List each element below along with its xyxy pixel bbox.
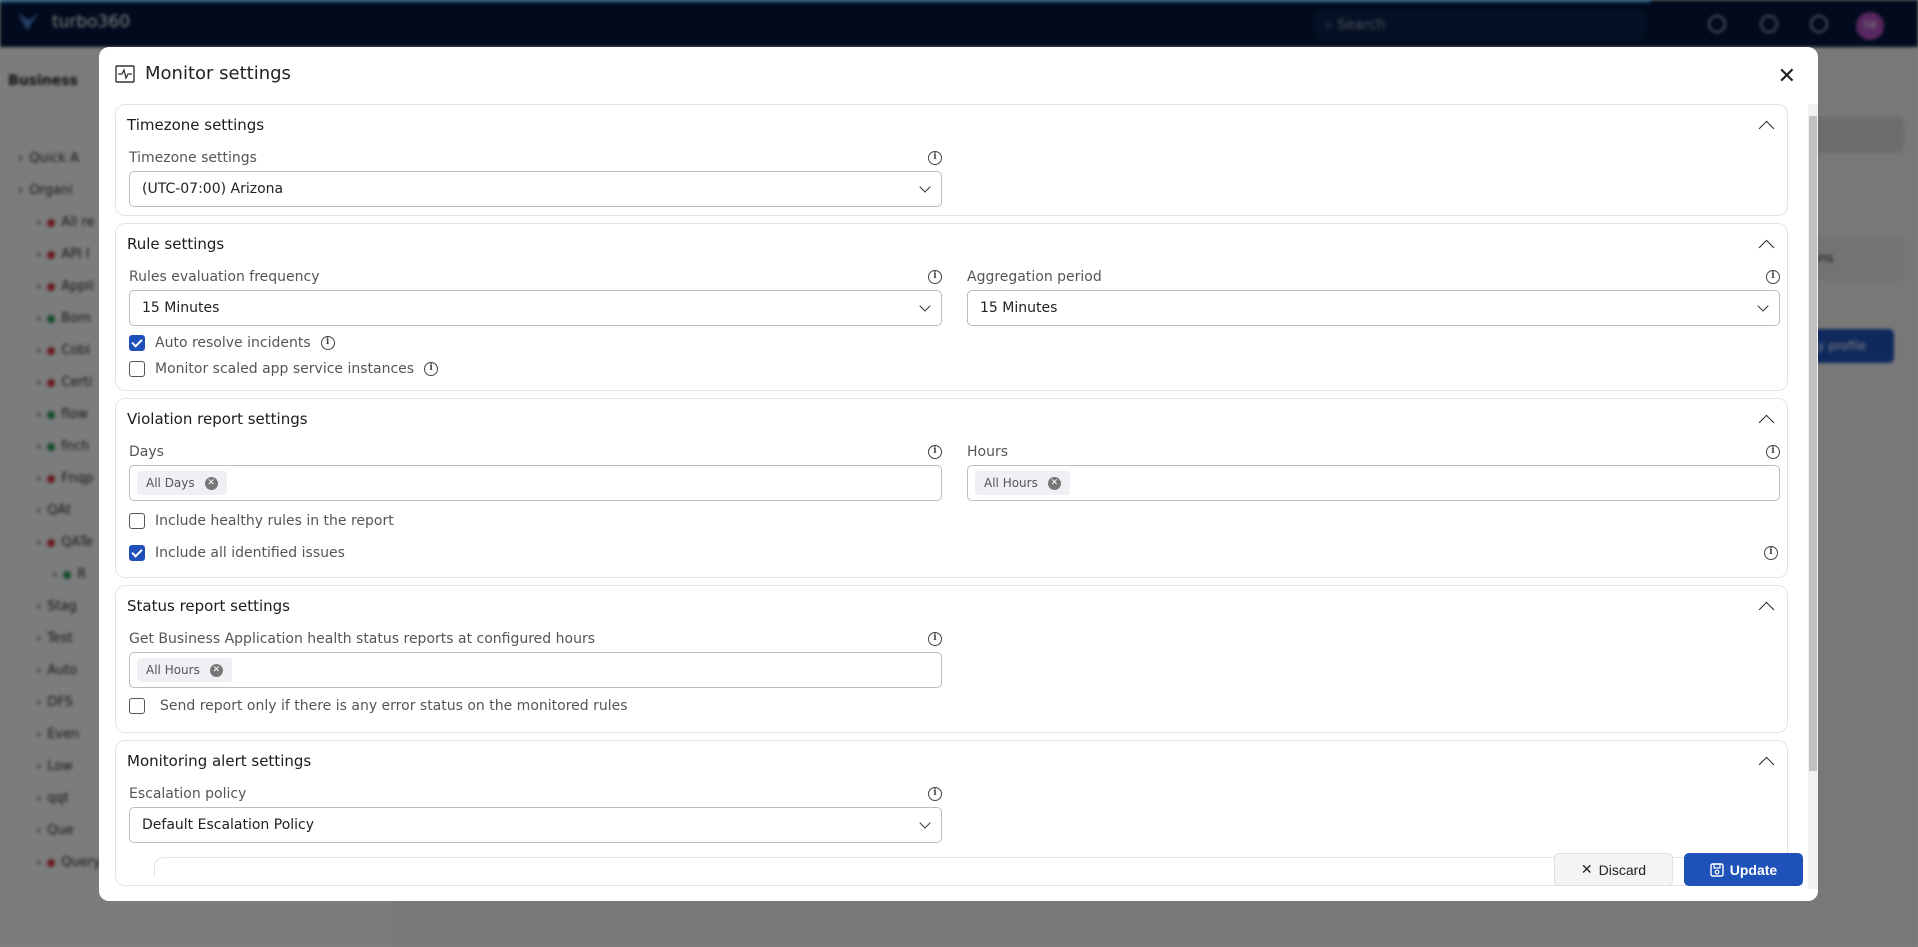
section-title: Monitoring alert settings xyxy=(127,752,312,770)
tag-chip: All Hours ✕ xyxy=(137,658,232,682)
tag-label: All Hours xyxy=(146,663,200,677)
field-label: Timezone settings xyxy=(129,150,257,166)
scrollbar-thumb[interactable] xyxy=(1809,116,1817,771)
timezone-select[interactable]: (UTC-07:00) Arizona xyxy=(129,171,942,207)
evaluation-frequency-select[interactable]: 15 Minutes xyxy=(129,290,942,326)
info-icon[interactable]: i xyxy=(928,270,942,284)
tag-label: All Days xyxy=(146,476,195,490)
chevron-up-icon[interactable] xyxy=(1758,601,1775,617)
violation-section-header[interactable]: Violation report settings xyxy=(127,399,1778,439)
chevron-up-icon[interactable] xyxy=(1758,239,1775,255)
info-icon[interactable]: i xyxy=(1766,445,1780,459)
info-icon[interactable]: i xyxy=(928,445,942,459)
close-button[interactable]: ✕ xyxy=(1778,63,1796,89)
alert-subsection xyxy=(154,857,1778,877)
escalation-policy-select[interactable]: Default Escalation Policy xyxy=(129,807,942,843)
include-healthy-rules-checkbox[interactable] xyxy=(129,513,145,529)
checkbox-label: Send report only if there is any error s… xyxy=(160,698,628,714)
remove-tag-icon[interactable]: ✕ xyxy=(1047,476,1061,490)
timezone-section: Timezone settings Timezone settings i (UT… xyxy=(115,104,1788,216)
status-hours-multiselect[interactable]: All Hours ✕ xyxy=(129,652,942,688)
monitor-scaled-instances-checkbox[interactable] xyxy=(129,361,145,377)
field-label: Rules evaluation frequency xyxy=(129,269,320,285)
chevron-down-icon xyxy=(1757,300,1769,312)
section-title: Violation report settings xyxy=(127,410,308,428)
update-button[interactable]: Update xyxy=(1684,853,1803,886)
chevron-up-icon[interactable] xyxy=(1758,120,1775,136)
checkbox-label: Auto resolve incidents xyxy=(155,335,311,351)
rule-section: Rule settings Rules evaluation frequency… xyxy=(115,223,1788,391)
chevron-down-icon xyxy=(919,300,931,312)
chevron-up-icon[interactable] xyxy=(1758,414,1775,430)
remove-tag-icon[interactable]: ✕ xyxy=(204,476,218,490)
field-label: Days xyxy=(129,444,164,460)
error-only-checkbox[interactable] xyxy=(129,698,145,714)
button-label: Update xyxy=(1729,861,1778,878)
monitor-pulse-icon xyxy=(115,64,135,83)
hours-multiselect[interactable]: All Hours ✕ xyxy=(967,465,1780,501)
tag-chip: All Days ✕ xyxy=(137,471,227,495)
status-report-section: Status report settings Get Business Appl… xyxy=(115,585,1788,733)
close-icon: ✕ xyxy=(1580,861,1593,877)
section-title: Rule settings xyxy=(127,235,225,253)
info-icon[interactable]: i xyxy=(928,151,942,165)
select-value: 15 Minutes xyxy=(980,300,1058,316)
info-icon[interactable]: i xyxy=(928,632,942,646)
select-value: Default Escalation Policy xyxy=(142,817,315,833)
info-icon[interactable]: i xyxy=(1764,546,1778,560)
info-icon[interactable]: i xyxy=(928,787,942,801)
dialog-title: Monitor settings xyxy=(145,63,291,84)
alert-section-header[interactable]: Monitoring alert settings xyxy=(127,741,1778,781)
chevron-down-icon xyxy=(919,181,931,193)
monitor-settings-dialog: Monitor settings ✕ Timezone settings Tim… xyxy=(99,47,1818,901)
chevron-down-icon xyxy=(919,817,931,829)
aggregation-period-select[interactable]: 15 Minutes xyxy=(967,290,1780,326)
info-icon[interactable]: i xyxy=(424,362,439,376)
include-identified-issues-checkbox[interactable] xyxy=(129,545,145,561)
field-label: Hours xyxy=(967,444,1009,460)
settings-scroll-area[interactable]: Timezone settings Timezone settings i (UT… xyxy=(115,104,1788,889)
field-label: Aggregation period xyxy=(967,269,1102,285)
violation-report-section: Violation report settings Days i All Days… xyxy=(115,398,1788,578)
info-icon[interactable]: i xyxy=(320,336,335,350)
button-label: Discard xyxy=(1598,861,1647,878)
days-multiselect[interactable]: All Days ✕ xyxy=(129,465,942,501)
rule-section-header[interactable]: Rule settings xyxy=(127,224,1778,264)
field-label: Escalation policy xyxy=(129,786,247,802)
info-icon[interactable]: i xyxy=(1766,270,1780,284)
tag-label: All Hours xyxy=(984,476,1038,490)
scrollbar[interactable] xyxy=(1808,104,1818,889)
section-title: Status report settings xyxy=(127,597,290,615)
field-label: Get Business Application health status r… xyxy=(129,631,595,647)
checkbox-label: Include healthy rules in the report xyxy=(155,513,394,529)
auto-resolve-checkbox[interactable] xyxy=(129,335,145,351)
monitoring-alert-section: Monitoring alert settings Escalation pol… xyxy=(115,740,1788,886)
status-section-header[interactable]: Status report settings xyxy=(127,586,1778,626)
save-icon xyxy=(1710,862,1724,877)
tag-chip: All Hours ✕ xyxy=(975,471,1070,495)
remove-tag-icon[interactable]: ✕ xyxy=(209,663,223,677)
select-value: (UTC-07:00) Arizona xyxy=(142,181,284,197)
chevron-up-icon[interactable] xyxy=(1758,756,1775,772)
timezone-section-header[interactable]: Timezone settings xyxy=(127,105,1778,145)
discard-button[interactable]: ✕ Discard xyxy=(1554,853,1673,886)
section-title: Timezone settings xyxy=(127,116,265,134)
select-value: 15 Minutes xyxy=(142,300,220,316)
checkbox-label: Monitor scaled app service instances xyxy=(155,361,415,377)
checkbox-label: Include all identified issues xyxy=(155,545,345,561)
